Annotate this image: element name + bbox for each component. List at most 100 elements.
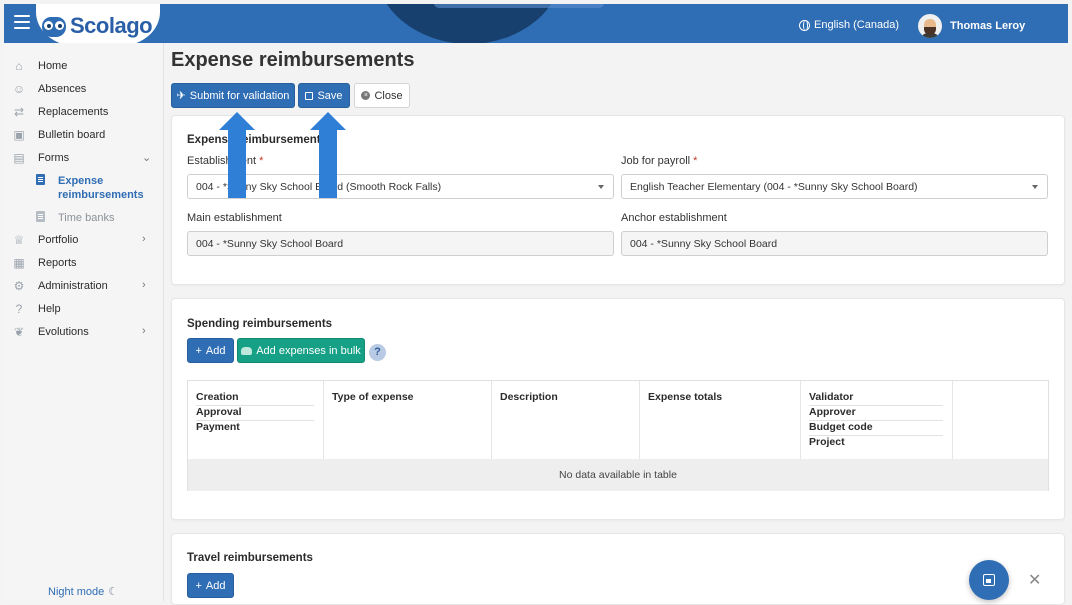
language-label: English (Canada) xyxy=(814,19,899,31)
sidebar-item-bulletin-board[interactable]: ▣ Bulletin board xyxy=(4,125,164,145)
column-label: Approver xyxy=(809,406,856,418)
column-header-type[interactable]: Type of expense xyxy=(324,381,492,459)
sidebar-item-administration[interactable]: ⚙ Administration › xyxy=(4,276,164,296)
column-header-dates[interactable]: Creation Approval Payment xyxy=(188,381,324,459)
add-spending-button[interactable]: + Add xyxy=(187,338,234,363)
add-label: Add xyxy=(205,579,226,592)
reports-icon: ▦ xyxy=(13,256,25,270)
trophy-icon: ♕ xyxy=(13,233,25,247)
sidebar-item-label: Evolutions xyxy=(38,326,89,338)
avatar xyxy=(918,14,942,38)
travel-reimbursements-card xyxy=(171,533,1065,605)
replacements-icon: ⇄ xyxy=(13,105,25,119)
language-selector[interactable]: English (Canada) xyxy=(799,19,899,31)
sidebar-item-label: Help xyxy=(38,303,61,315)
annotation-arrow-up-icon xyxy=(310,112,346,198)
document-icon xyxy=(36,174,46,186)
sidebar-item-help[interactable]: ? Help xyxy=(4,299,164,319)
empty-table-row: No data available in table xyxy=(188,459,1048,491)
sidebar-item-label: Absences xyxy=(38,83,87,95)
globe-icon xyxy=(799,19,810,31)
job-for-payroll-label: Job for payroll * xyxy=(621,155,698,167)
floating-close-icon[interactable]: ✕ xyxy=(1028,570,1041,590)
sidebar-item-home[interactable]: ⌂ Home xyxy=(4,56,164,76)
chevron-right-icon: › xyxy=(142,233,146,245)
save-button[interactable]: Save xyxy=(298,83,350,108)
close-label: Close xyxy=(374,89,403,102)
header-decoration xyxy=(374,4,564,43)
travel-card-title: Travel reimbursements xyxy=(187,552,313,564)
anchor-establishment-field: 004 - *Sunny Sky School Board xyxy=(621,231,1048,256)
column-label: Type of expense xyxy=(332,391,414,403)
sprout-icon: ❦ xyxy=(13,325,25,339)
column-header-validation[interactable]: Validator Approver Budget code Project xyxy=(801,381,953,459)
plus-icon: + xyxy=(195,344,202,357)
sidebar-item-label: Home xyxy=(38,60,68,72)
job-value: English Teacher Elementary (004 - *Sunny… xyxy=(630,180,918,193)
chevron-right-icon: › xyxy=(142,279,146,291)
sidebar-item-label: Forms xyxy=(38,152,70,164)
sidebar-item-label: Reports xyxy=(38,257,77,269)
save-label: Save xyxy=(317,89,343,102)
anchor-establishment-label: Anchor establishment xyxy=(621,212,727,224)
app-logo[interactable]: Scolago xyxy=(42,13,153,39)
add-travel-button[interactable]: + Add xyxy=(187,573,234,598)
column-header-actions xyxy=(953,381,1048,459)
gear-icon: ⚙ xyxy=(13,279,25,293)
user-name: Thomas Leroy xyxy=(950,20,1026,32)
sidebar: ⌂ Home ☺ Absences ⇄ Replacements ▣ Bulle… xyxy=(4,43,164,601)
spending-card-title: Spending reimbursements xyxy=(187,318,333,330)
floppy-icon xyxy=(983,574,995,586)
sidebar-item-evolutions[interactable]: ❦ Evolutions › xyxy=(4,322,164,342)
question-icon: ? xyxy=(15,302,23,316)
floating-save-button[interactable] xyxy=(969,560,1009,600)
sidebar-item-label: Bulletin board xyxy=(38,129,106,141)
sidebar-item-reports[interactable]: ▦ Reports xyxy=(4,253,164,273)
add-expenses-in-bulk-button[interactable]: Add expenses in bulk xyxy=(237,338,365,363)
night-mode-label: Night mode xyxy=(48,586,105,598)
forms-icon: ▤ xyxy=(13,151,25,165)
submit-for-validation-button[interactable]: ✈ Submit for validation xyxy=(171,83,295,108)
sidebar-subitem-time-banks[interactable]: Time banks xyxy=(4,211,164,225)
main-establishment-label: Main establishment xyxy=(187,212,282,224)
header-decoration-light xyxy=(434,4,604,8)
caret-down-icon xyxy=(1032,185,1038,189)
column-label: Creation xyxy=(196,391,239,403)
sidebar-item-absences[interactable]: ☺ Absences xyxy=(4,79,164,99)
close-button[interactable]: × Close xyxy=(354,83,410,108)
top-bar: Scolago English (Canada) Thomas Leroy xyxy=(4,4,1068,43)
sidebar-item-portfolio[interactable]: ♕ Portfolio › xyxy=(4,230,164,250)
column-label: Project xyxy=(809,436,845,448)
plus-icon: + xyxy=(195,579,202,592)
column-header-totals[interactable]: Expense totals xyxy=(640,381,801,459)
document-icon xyxy=(36,211,46,223)
moon-icon: ☾ xyxy=(108,586,119,598)
caret-down-icon xyxy=(598,185,604,189)
hamburger-menu-icon[interactable] xyxy=(14,15,30,29)
column-header-description[interactable]: Description xyxy=(492,381,640,459)
sidebar-item-label: Replacements xyxy=(38,106,109,118)
logo-text: Scolago xyxy=(70,13,153,38)
column-label: Expense totals xyxy=(648,391,723,403)
main-establishment-field: 004 - *Sunny Sky School Board xyxy=(187,231,614,256)
column-label: Approval xyxy=(196,406,242,418)
annotation-arrow-up-icon xyxy=(219,112,255,198)
chevron-down-icon: ⌄ xyxy=(142,152,152,164)
column-label: Payment xyxy=(196,421,240,433)
user-menu[interactable]: Thomas Leroy xyxy=(918,14,1025,38)
sidebar-subitem-label: Expense reimbursements xyxy=(58,175,144,201)
bulletin-icon: ▣ xyxy=(13,128,25,142)
night-mode-toggle[interactable]: Night mode ☾ xyxy=(48,585,118,598)
help-icon[interactable]: ? xyxy=(369,344,386,361)
sidebar-subitem-label: Time banks xyxy=(58,212,115,224)
sidebar-subitem-expense-reimbursements[interactable]: Expense reimbursements xyxy=(4,174,164,204)
column-label: Budget code xyxy=(809,421,873,433)
chevron-right-icon: › xyxy=(142,325,146,337)
sidebar-item-replacements[interactable]: ⇄ Replacements xyxy=(4,102,164,122)
add-label: Add xyxy=(205,344,226,357)
home-icon: ⌂ xyxy=(15,59,23,73)
sidebar-item-forms[interactable]: ▤ Forms ⌄ xyxy=(4,148,164,168)
job-for-payroll-select[interactable]: English Teacher Elementary (004 - *Sunny… xyxy=(621,174,1048,199)
spending-table: Creation Approval Payment Type of expens… xyxy=(187,380,1049,491)
column-label: Description xyxy=(500,391,558,403)
